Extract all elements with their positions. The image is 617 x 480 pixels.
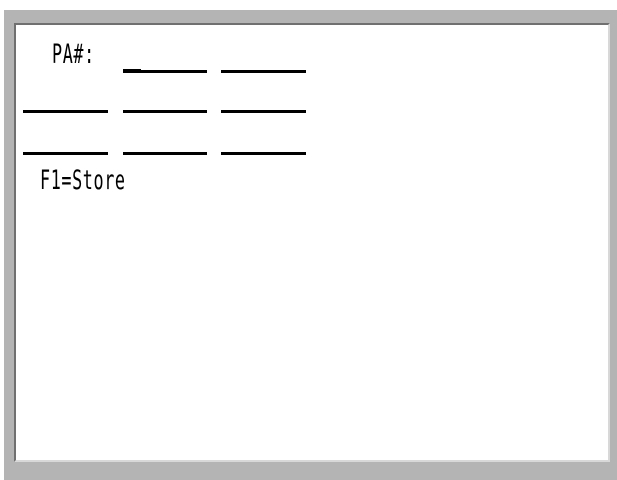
pa-number-field-6[interactable] (23, 152, 108, 155)
bezel-top (4, 10, 617, 23)
bezel-bottom (4, 462, 617, 480)
bezel-left (4, 10, 14, 480)
pa-number-field-4[interactable] (123, 110, 207, 113)
pa-number-field-8[interactable] (221, 152, 306, 155)
pa-number-field-3[interactable] (23, 110, 108, 113)
pa-number-field-7[interactable] (123, 152, 207, 155)
device-frame: PA#: F1=Store (0, 0, 617, 480)
pa-number-field-2[interactable] (221, 70, 306, 73)
bezel-right (610, 10, 617, 480)
function-key-hint: F1=Store (40, 165, 126, 196)
pa-number-field-5[interactable] (221, 110, 306, 113)
pa-number-field-1[interactable] (123, 70, 207, 73)
terminal-screen: PA#: F1=Store (14, 23, 610, 462)
pa-number-label: PA#: (52, 39, 95, 70)
